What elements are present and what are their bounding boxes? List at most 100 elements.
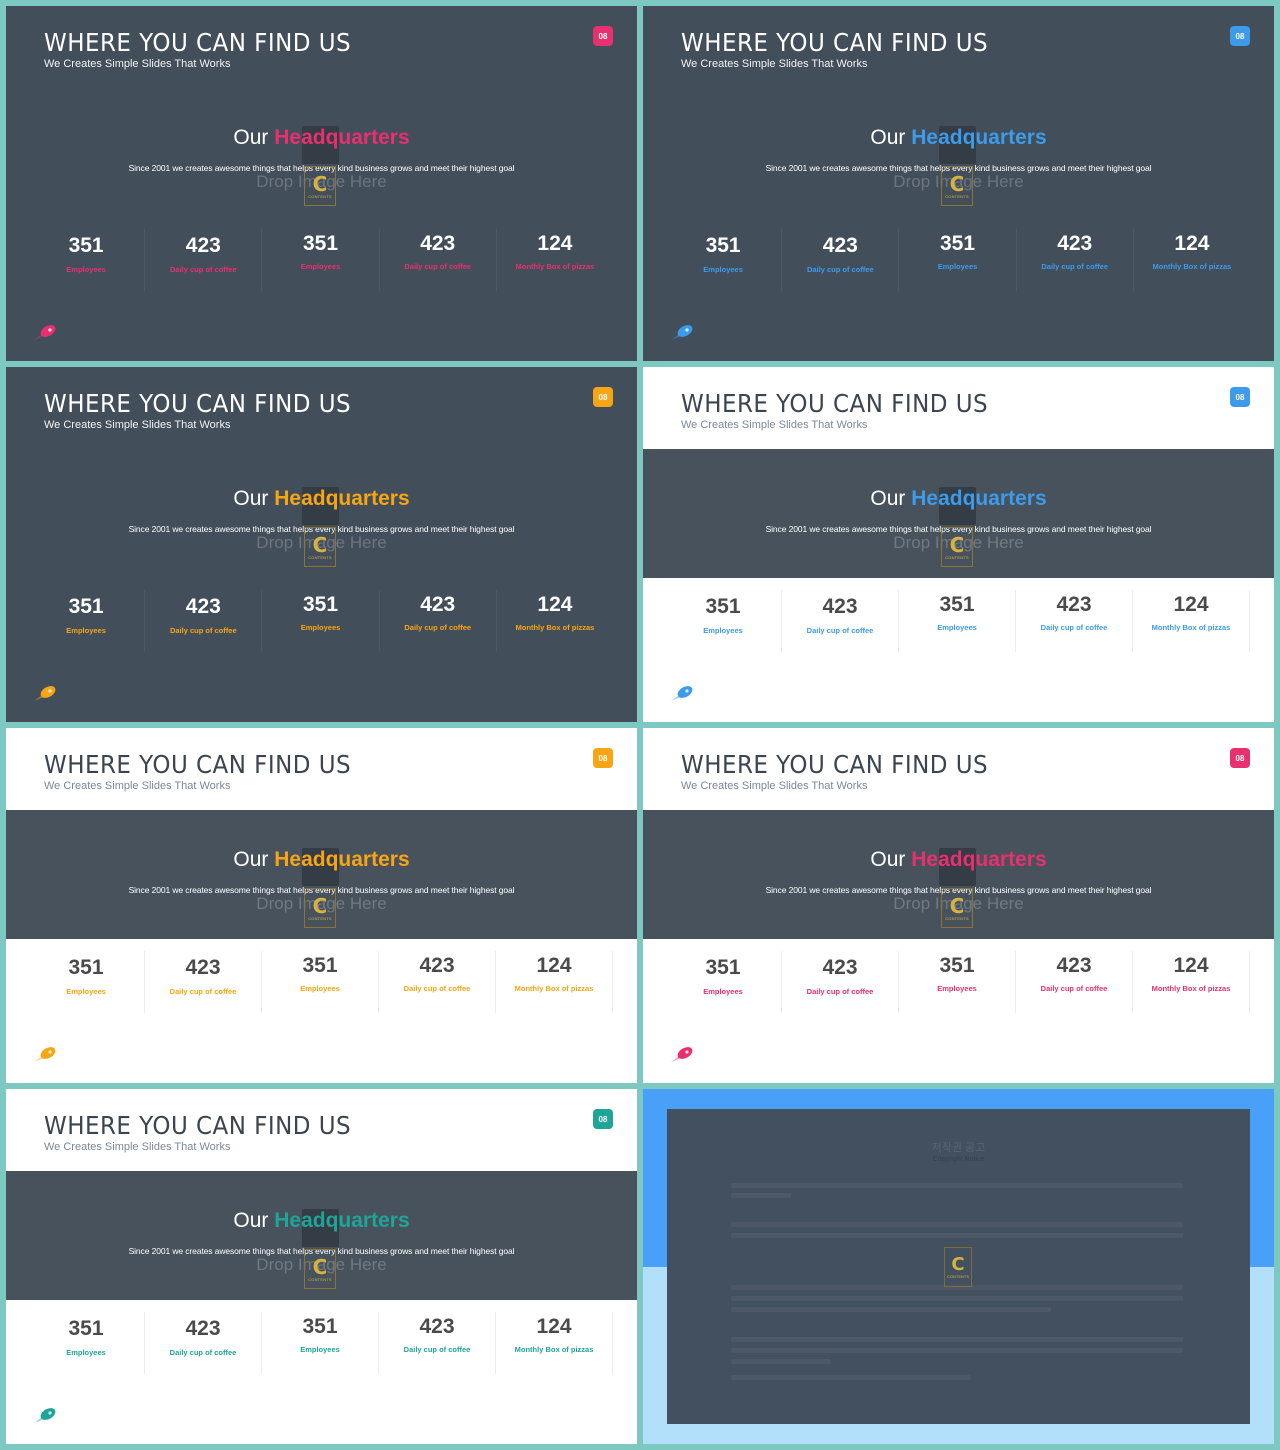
copyright-text-line (731, 1359, 831, 1364)
slide-thumbnail-4-light-blue[interactable]: WHERE YOU CAN FIND US We Creates Simple … (643, 367, 1274, 722)
stat-value: 351 (939, 954, 975, 977)
stat-item: 351 Employees (899, 951, 1016, 1013)
copyright-slide-thumbnail[interactable]: 저작권 공고 Copyright Notice C CONTENTS (643, 1089, 1274, 1444)
stat-item: 423 Daily cup of coffee (380, 590, 497, 652)
contents-logo-icon: C CONTENTS (304, 888, 336, 928)
stat-item: 351 Employees (262, 229, 380, 291)
headquarters-heading: Our Headquarters (643, 487, 1274, 511)
heading-highlight: Headquarters (911, 848, 1047, 871)
heading-highlight: Headquarters (274, 848, 410, 871)
stat-value: 351 (939, 593, 975, 616)
slide-subtitle: We Creates Simple Slides That Works (44, 1141, 231, 1153)
slide-thumbnail-grid: WHERE YOU CAN FIND US We Creates Simple … (6, 6, 1274, 1444)
headquarters-heading: Our Headquarters (643, 848, 1274, 872)
stat-item: 423 Daily cup of coffee (145, 1312, 262, 1374)
slide-number-badge: 08 (593, 387, 613, 407)
stat-value: 351 (68, 956, 104, 979)
slide-title: WHERE YOU CAN FIND US (44, 1111, 352, 1140)
copyright-text-line (731, 1307, 1051, 1312)
stat-label: Monthly Box of pizzas (514, 984, 594, 993)
logo-text: CONTENTS (947, 1273, 969, 1279)
stats-row: 351 Employees 423 Daily cup of coffee 35… (28, 1312, 613, 1382)
logo-text: CONTENTS (945, 193, 969, 199)
stat-value: 124 (1173, 593, 1209, 616)
stats-row: 351 Employees 423 Daily cup of coffee 35… (665, 590, 1250, 660)
logo-letter: C (951, 1253, 965, 1275)
copyright-text-line (731, 1296, 1183, 1301)
stat-item: 351 Employees (665, 951, 782, 1013)
stat-label: Daily cup of coffee (1040, 984, 1108, 993)
heading-highlight: Headquarters (274, 487, 410, 510)
stat-value: 124 (536, 954, 572, 977)
stat-label: Monthly Box of pizzas (1151, 623, 1231, 632)
stats-row: 351 Employees 423 Daily cup of coffee 35… (665, 951, 1250, 1021)
stat-label: Employees (300, 262, 341, 271)
stat-value: 423 (822, 595, 858, 618)
stat-value: 351 (68, 1317, 104, 1340)
stat-value: 351 (302, 232, 339, 255)
stat-item: 423 Daily cup of coffee (145, 590, 263, 652)
heading-prefix: Our (870, 487, 906, 510)
slide-thumbnail-3-dark-amber[interactable]: WHERE YOU CAN FIND US We Creates Simple … (6, 367, 637, 722)
slide-title: WHERE YOU CAN FIND US (681, 750, 989, 779)
stat-value: 351 (302, 1315, 338, 1338)
slide-thumbnail-1-dark-pink[interactable]: WHERE YOU CAN FIND US We Creates Simple … (6, 6, 637, 361)
stat-label: Employees (66, 626, 106, 635)
stat-label: Employees (937, 984, 977, 993)
stat-value: 423 (822, 234, 858, 257)
logo-text: CONTENTS (945, 915, 969, 921)
slide-thumbnail-7-light-teal[interactable]: WHERE YOU CAN FIND US We Creates Simple … (6, 1089, 637, 1444)
stat-label: Monthly Box of pizzas (515, 262, 595, 271)
stat-label: Employees (703, 626, 743, 635)
slide-subtitle: We Creates Simple Slides That Works (44, 780, 231, 792)
stat-item: 124 Monthly Box of pizzas (496, 951, 613, 1013)
rocket-icon (34, 325, 56, 340)
stat-label: Daily cup of coffee (806, 626, 874, 635)
slide-subtitle: We Creates Simple Slides That Works (44, 58, 231, 70)
stat-value: 423 (185, 956, 221, 979)
stats-row: 351 Employees 423 Daily cup of coffee 35… (28, 590, 613, 660)
logo-letter: C (949, 532, 965, 557)
stat-item: 124 Monthly Box of pizzas (1133, 951, 1250, 1013)
stat-label: Daily cup of coffee (169, 626, 237, 635)
stat-label: Daily cup of coffee (1040, 623, 1108, 632)
stat-label: Daily cup of coffee (403, 984, 471, 993)
slide-title: WHERE YOU CAN FIND US (44, 28, 352, 57)
stat-value: 423 (822, 956, 858, 979)
stat-item: 423 Daily cup of coffee (379, 951, 496, 1013)
heading-highlight: Headquarters (274, 1209, 410, 1232)
heading-prefix: Our (233, 487, 269, 510)
logo-text: CONTENTS (308, 915, 332, 921)
stat-item: 351 Employees (899, 229, 1017, 291)
stat-value: 423 (185, 595, 221, 618)
logo-text: CONTENTS (308, 1276, 332, 1282)
copyright-text-line (731, 1337, 1183, 1342)
copyright-text-line (731, 1348, 1183, 1353)
stat-label: Daily cup of coffee (806, 265, 874, 274)
slide-number-badge: 08 (1230, 26, 1250, 46)
slide-thumbnail-2-dark-blue[interactable]: WHERE YOU CAN FIND US We Creates Simple … (643, 6, 1274, 361)
slide-thumbnail-5-light-amber[interactable]: WHERE YOU CAN FIND US We Creates Simple … (6, 728, 637, 1083)
stat-item: 124 Monthly Box of pizzas (1133, 590, 1250, 652)
stat-value: 124 (1173, 954, 1209, 977)
stat-item: 351 Employees (28, 951, 145, 1013)
logo-letter: C (949, 893, 965, 918)
stat-label: Daily cup of coffee (404, 623, 472, 632)
stat-value: 423 (1056, 593, 1092, 616)
slide-number-badge: 08 (1230, 387, 1250, 407)
stat-value: 351 (939, 232, 976, 255)
logo-text: CONTENTS (308, 193, 332, 199)
heading-prefix: Our (233, 848, 269, 871)
stat-label: Monthly Box of pizzas (514, 1345, 594, 1354)
slide-title: WHERE YOU CAN FIND US (681, 28, 989, 57)
stat-label: Employees (703, 265, 743, 274)
stat-item: 351 Employees (262, 1312, 379, 1374)
stat-item: 423 Daily cup of coffee (145, 229, 263, 291)
logo-text: CONTENTS (945, 554, 969, 560)
slide-title: WHERE YOU CAN FIND US (44, 389, 352, 418)
stat-item: 423 Daily cup of coffee (1017, 229, 1134, 291)
stat-item: 423 Daily cup of coffee (782, 229, 900, 291)
stat-label: Employees (300, 984, 340, 993)
slide-thumbnail-6-light-pink[interactable]: WHERE YOU CAN FIND US We Creates Simple … (643, 728, 1274, 1083)
stat-value: 124 (1174, 232, 1210, 255)
